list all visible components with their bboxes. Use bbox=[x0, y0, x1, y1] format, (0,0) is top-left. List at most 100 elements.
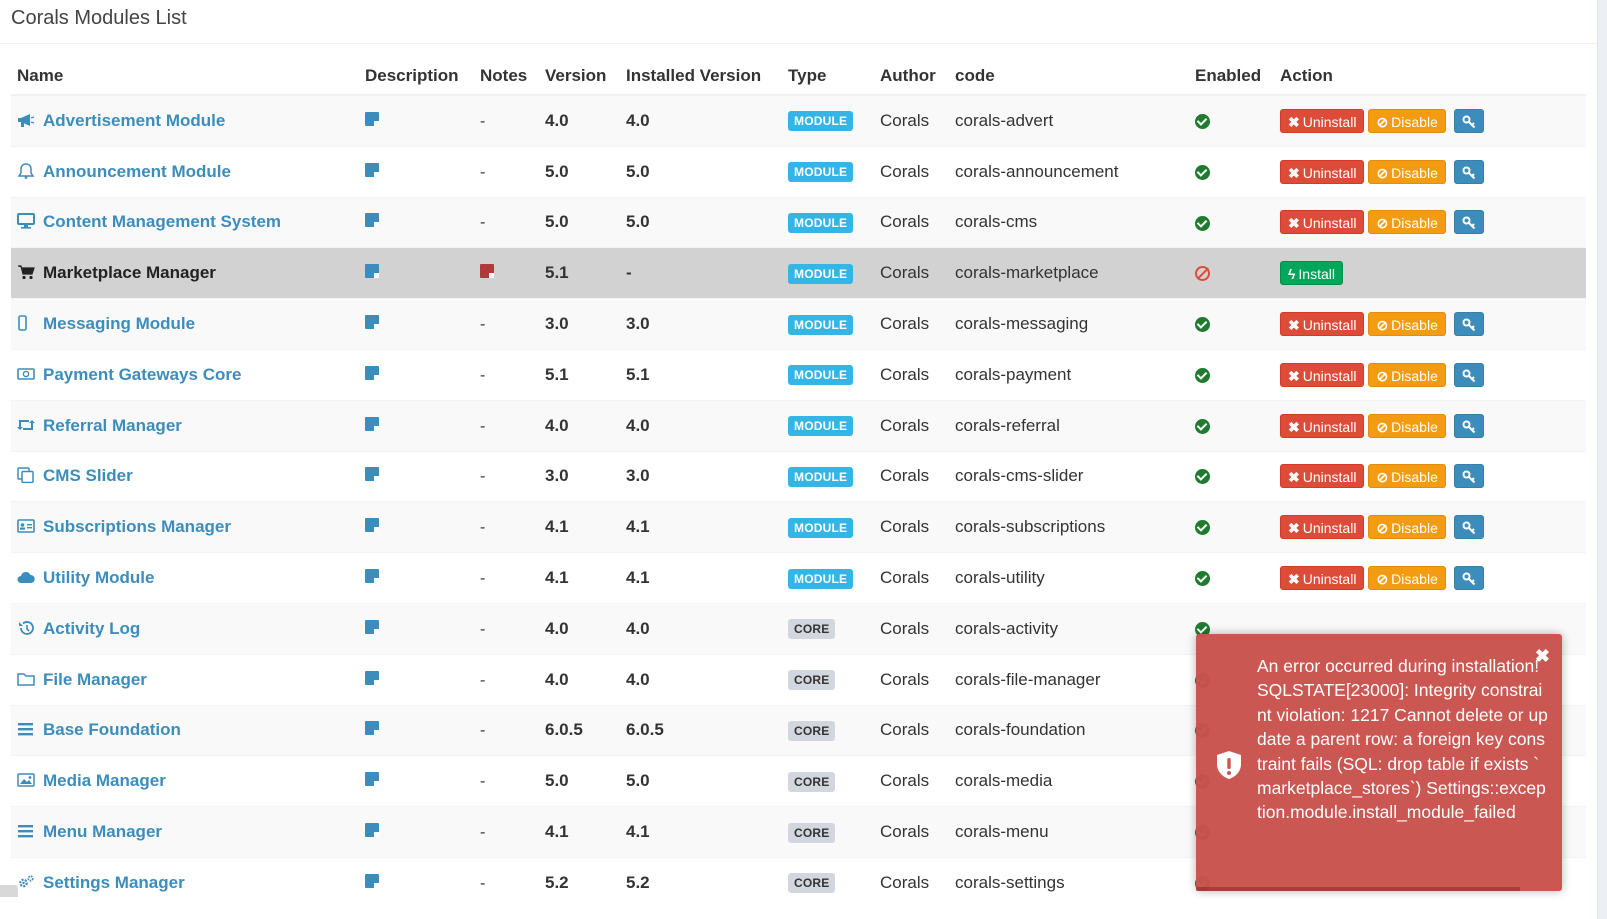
description-icon[interactable] bbox=[365, 721, 379, 736]
key-button[interactable] bbox=[1453, 566, 1484, 591]
key-icon bbox=[1462, 166, 1476, 179]
description-icon[interactable] bbox=[365, 467, 379, 482]
col-action[interactable]: Action bbox=[1274, 58, 1586, 96]
shield-exclamation-icon bbox=[1217, 751, 1241, 779]
module-code: corals-announcement bbox=[949, 145, 1189, 198]
description-icon[interactable] bbox=[365, 162, 379, 177]
col-notes[interactable]: Notes bbox=[474, 58, 539, 96]
version: 4.1 bbox=[539, 552, 620, 604]
error-toast[interactable]: ✖ An error occurred during installation!… bbox=[1196, 634, 1562, 891]
author: Corals bbox=[874, 602, 949, 655]
notes-value: - bbox=[480, 671, 486, 689]
scrollbar-stub[interactable] bbox=[0, 885, 18, 897]
module-name-link[interactable]: Media Manager bbox=[43, 771, 166, 790]
key-button[interactable] bbox=[1453, 159, 1484, 184]
module-name-link[interactable]: Referral Manager bbox=[43, 416, 182, 435]
col-author[interactable]: Author bbox=[874, 58, 949, 96]
description-icon[interactable] bbox=[365, 518, 379, 533]
bullhorn-icon bbox=[17, 112, 35, 128]
uninstall-button[interactable]: ✖ Uninstall bbox=[1280, 159, 1365, 184]
description-icon[interactable] bbox=[365, 365, 379, 380]
notes-value: - bbox=[480, 519, 486, 537]
description-icon[interactable] bbox=[365, 823, 379, 838]
module-name-link[interactable]: File Manager bbox=[43, 670, 147, 689]
disable-button[interactable]: ⊘ Disable bbox=[1368, 108, 1446, 133]
description-icon[interactable] bbox=[365, 619, 379, 634]
version: 5.0 bbox=[539, 196, 620, 248]
action-cell: ✖ Uninstall ⊘ Disable bbox=[1274, 450, 1586, 502]
uninstall-button[interactable]: ✖ Uninstall bbox=[1280, 515, 1365, 540]
disable-button[interactable]: ⊘ Disable bbox=[1368, 413, 1446, 438]
col-description[interactable]: Description bbox=[359, 58, 474, 96]
module-name-link[interactable]: Subscriptions Manager bbox=[43, 517, 231, 536]
times-icon: ✖ bbox=[1288, 215, 1300, 232]
uninstall-button[interactable]: ✖ Uninstall bbox=[1280, 566, 1365, 591]
installed-version: 4.1 bbox=[620, 806, 782, 858]
uninstall-button[interactable]: ✖ Uninstall bbox=[1280, 210, 1365, 235]
description-icon[interactable] bbox=[365, 416, 379, 431]
key-button[interactable] bbox=[1453, 210, 1484, 235]
notes-icon[interactable] bbox=[480, 264, 494, 279]
uninstall-button[interactable]: ✖ Uninstall bbox=[1280, 464, 1365, 489]
module-name-link[interactable]: CMS Slider bbox=[43, 466, 133, 485]
col-name[interactable]: Name bbox=[11, 58, 359, 96]
disable-button[interactable]: ⊘ Disable bbox=[1368, 515, 1446, 540]
key-button[interactable] bbox=[1453, 413, 1484, 438]
module-name-link[interactable]: Content Management System bbox=[43, 212, 281, 231]
key-button[interactable] bbox=[1453, 108, 1484, 133]
module-code: corals-file-manager bbox=[949, 653, 1189, 706]
ban-icon: ⊘ bbox=[1376, 571, 1389, 588]
description-icon[interactable] bbox=[365, 670, 379, 685]
module-name-link[interactable]: Announcement Module bbox=[43, 162, 231, 181]
module-name-link[interactable]: Advertisement Module bbox=[43, 111, 225, 130]
module-name-link[interactable]: Activity Log bbox=[43, 619, 140, 638]
disable-button[interactable]: ⊘ Disable bbox=[1368, 464, 1446, 489]
author: Corals bbox=[874, 501, 949, 553]
module-name-link[interactable]: Utility Module bbox=[43, 568, 154, 587]
key-button[interactable] bbox=[1453, 312, 1484, 337]
disable-button[interactable]: ⊘ Disable bbox=[1368, 312, 1446, 337]
module-code: corals-referral bbox=[949, 399, 1189, 452]
action-cell: ✖ Uninstall ⊘ Disable bbox=[1274, 145, 1586, 198]
disable-button[interactable]: ⊘ Disable bbox=[1368, 566, 1446, 591]
description-icon[interactable] bbox=[365, 111, 379, 126]
module-name-link[interactable]: Messaging Module bbox=[43, 314, 195, 333]
description-icon[interactable] bbox=[365, 569, 379, 584]
col-enabled[interactable]: Enabled bbox=[1189, 58, 1274, 96]
col-installed-version[interactable]: Installed Version bbox=[620, 58, 782, 96]
key-button[interactable] bbox=[1453, 362, 1484, 387]
table-row: Utility Module - 4.1 4.1 MODULE Corals corals-… bbox=[11, 552, 1586, 604]
version: 4.1 bbox=[539, 806, 620, 858]
col-version[interactable]: Version bbox=[539, 58, 620, 96]
uninstall-button[interactable]: ✖ Uninstall bbox=[1280, 108, 1365, 133]
uninstall-button[interactable]: ✖ Uninstall bbox=[1280, 312, 1365, 337]
description-icon[interactable] bbox=[365, 315, 379, 330]
key-icon bbox=[1462, 369, 1476, 383]
col-code[interactable]: code bbox=[949, 58, 1189, 96]
installed-version: 6.0.5 bbox=[620, 704, 782, 756]
uninstall-button[interactable]: ✖ Uninstall bbox=[1280, 362, 1365, 387]
description-icon[interactable] bbox=[365, 873, 379, 888]
key-button[interactable] bbox=[1453, 515, 1484, 540]
installed-version: 4.0 bbox=[620, 399, 782, 452]
module-name-link[interactable]: Menu Manager bbox=[43, 822, 162, 841]
description-icon[interactable] bbox=[365, 213, 379, 228]
disable-button[interactable]: ⊘ Disable bbox=[1368, 362, 1446, 387]
id-card-icon bbox=[17, 518, 35, 534]
module-name-link[interactable]: Base Foundation bbox=[43, 720, 181, 739]
description-icon[interactable] bbox=[365, 264, 379, 279]
col-type[interactable]: Type bbox=[782, 58, 874, 96]
key-button[interactable] bbox=[1453, 464, 1484, 489]
disable-button[interactable]: ⊘ Disable bbox=[1368, 210, 1446, 235]
install-button[interactable]: ϟ Install bbox=[1280, 261, 1343, 286]
module-name-link[interactable]: Marketplace Manager bbox=[43, 263, 216, 282]
cogs-icon bbox=[17, 874, 35, 890]
installed-version: 4.1 bbox=[620, 501, 782, 553]
uninstall-button[interactable]: ✖ Uninstall bbox=[1280, 413, 1365, 438]
module-name-link[interactable]: Settings Manager bbox=[43, 873, 185, 892]
description-icon[interactable] bbox=[365, 772, 379, 787]
disable-button[interactable]: ⊘ Disable bbox=[1368, 159, 1446, 184]
type-badge: CORE bbox=[788, 771, 836, 792]
module-name-link[interactable]: Payment Gateways Core bbox=[43, 365, 241, 384]
author: Corals bbox=[874, 399, 949, 452]
